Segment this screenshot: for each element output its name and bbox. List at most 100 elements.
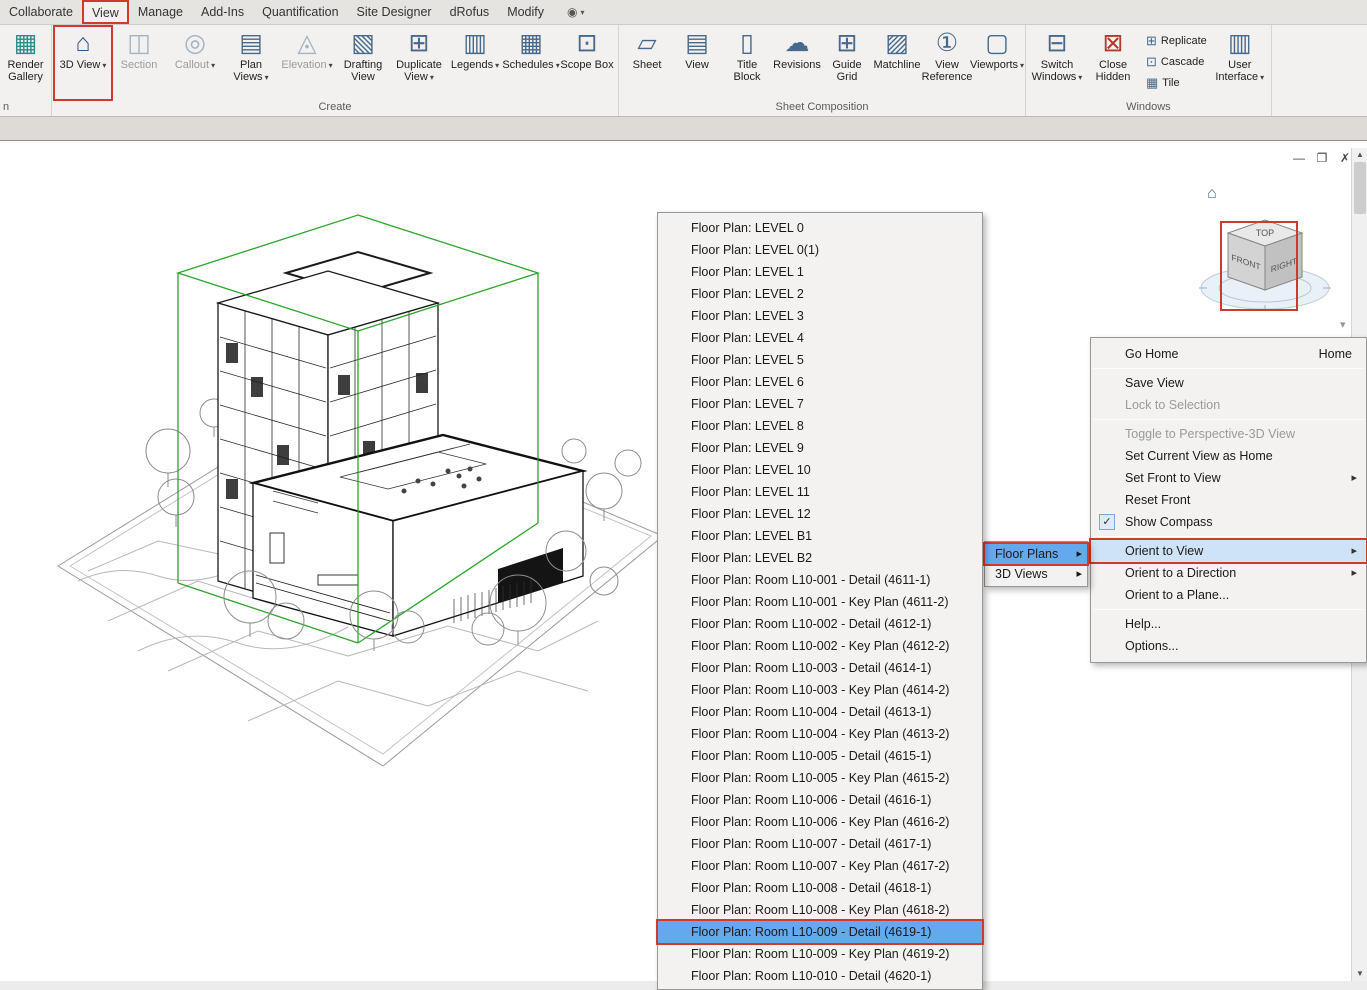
view-list-item[interactable]: Floor Plan: LEVEL 10 [658,459,982,481]
ribbon-button[interactable]: ▧ Drafting View▾ [335,27,391,99]
ribbon-button-label: Switch Windows [1032,59,1077,83]
context-menu-item[interactable]: ✓ Help... ▸ [1091,613,1366,635]
ribbon-button[interactable]: ① View Reference▾ [922,27,972,99]
view-list-item[interactable]: Floor Plan: Room L10-008 - Key Plan (461… [658,899,982,921]
viewcube[interactable]: ⌂ TOP FRONT RIGHT ▾ [1185,170,1355,340]
ribbon-button[interactable]: ▨ Matchline▾ [872,27,922,99]
view-list-item[interactable]: Floor Plan: Room L10-001 - Key Plan (461… [658,591,982,613]
ribbon-button[interactable]: ◬ Elevation▾ [279,27,335,99]
view-list-item[interactable]: Floor Plan: Room L10-005 - Detail (4615-… [658,745,982,767]
ribbon-button[interactable]: ◎ Callout▾ [167,27,223,99]
replicate-icon: ⊞ [1146,33,1157,49]
minimize-button[interactable]: — [1291,151,1307,165]
ribbon-button-label: Legends [451,59,493,71]
ribbon-button[interactable]: ⊞ Guide Grid▾ [822,27,872,99]
view-list-item[interactable]: Floor Plan: Room L10-005 - Key Plan (461… [658,767,982,789]
ribbon-button[interactable]: ⌂ 3D View▾ [55,27,111,99]
panel-display-toggle[interactable]: ◉ ▾ [559,0,593,24]
ribbon-small-button[interactable]: ⊞ Replicate [1141,30,1212,51]
menu-item-label: Set Current View as Home [1125,449,1273,463]
scroll-up-icon[interactable]: ▲ [1352,148,1367,162]
view-list-item[interactable]: Floor Plan: LEVEL 4 [658,327,982,349]
view-list-item[interactable]: Floor Plan: Room L10-006 - Key Plan (461… [658,811,982,833]
ribbon-small-button[interactable]: ⊡ Cascade [1141,51,1212,72]
view-list-item[interactable]: Floor Plan: Room L10-004 - Detail (4613-… [658,701,982,723]
ribbon-button[interactable]: ▦ Schedules▾ [503,27,559,99]
user-interface-button[interactable]: ▥ User Interface▾ [1212,27,1268,99]
ribbon-tab[interactable]: Modify [498,0,553,24]
context-menu-item[interactable]: ✓ Orient to View ▸ [1091,540,1366,562]
viewcube-home-icon[interactable]: ⌂ [1207,185,1217,202]
ribbon-button[interactable]: ▤ Plan Views▾ [223,27,279,99]
ribbon-tab[interactable]: dRofus [441,0,499,24]
view-list-item[interactable]: Floor Plan: LEVEL 0(1) [658,239,982,261]
view-list-item[interactable]: Floor Plan: Room L10-010 - Detail (4620-… [658,965,982,987]
view-list-item[interactable]: Floor Plan: Room L10-004 - Key Plan (461… [658,723,982,745]
ribbon-tab[interactable]: Add-Ins [192,0,253,24]
view-list-item[interactable]: Floor Plan: LEVEL 5 [658,349,982,371]
view-list-item[interactable]: Floor Plan: LEVEL 7 [658,393,982,415]
ribbon-button[interactable]: ⊠ Close Hidden▾ [1085,27,1141,99]
view-list-item[interactable]: Floor Plan: Room L10-001 - Detail (4611-… [658,569,982,591]
menu-item-label: 3D Views [995,567,1048,581]
context-menu-item[interactable]: ✓ Show Compass ▸ [1091,511,1366,533]
ribbon-button[interactable]: ⊟ Switch Windows▾ [1029,27,1085,99]
view-list-item[interactable]: Floor Plan: LEVEL 11 [658,481,982,503]
context-menu-item[interactable]: ✓ Orient to a Direction ▸ [1091,562,1366,584]
scrollbar-thumb[interactable] [1354,162,1366,214]
view-list-item[interactable]: Floor Plan: LEVEL 0 [658,217,982,239]
view-list-item[interactable]: Floor Plan: LEVEL B2 [658,547,982,569]
view-list-item[interactable]: Floor Plan: Room L10-009 - Key Plan (461… [658,943,982,965]
view-list-item[interactable]: Floor Plan: Room L10-007 - Key Plan (461… [658,855,982,877]
context-menu-item[interactable]: ✓ Orient to a Plane... ▸ [1091,584,1366,606]
view-list-item[interactable]: Floor Plan: Room L10-008 - Detail (4618-… [658,877,982,899]
view-list-item[interactable]: Floor Plan: Room L10-002 - Detail (4612-… [658,613,982,635]
ribbon-tab[interactable]: Manage [129,0,192,24]
view-list-item[interactable]: Floor Plan: Room L10-006 - Detail (4616-… [658,789,982,811]
viewcube-menu-arrow-icon[interactable]: ▾ [1340,319,1346,331]
ribbon-button[interactable]: ▢ Viewports▾ [972,27,1022,99]
submenu-item[interactable]: 3D Views ▸ [985,564,1087,584]
view-list-item[interactable]: Floor Plan: Room L10-002 - Key Plan (461… [658,635,982,657]
view-list-item[interactable]: Floor Plan: LEVEL 6 [658,371,982,393]
ribbon-tab[interactable]: Quantification [253,0,347,24]
view-list-item[interactable]: Floor Plan: LEVEL 9 [658,437,982,459]
view-list-item[interactable]: Floor Plan: LEVEL 1 [658,261,982,283]
render-gallery-button[interactable]: ▦ Render Gallery [3,27,48,99]
ribbon-tab[interactable]: Collaborate [0,0,82,24]
ribbon-tab[interactable]: View [82,0,129,24]
ribbon-button-label: Title Block [734,59,761,83]
ribbon-button[interactable]: ▱ Sheet▾ [622,27,672,99]
context-menu-item[interactable]: ✓ Options... ▸ [1091,635,1366,657]
view-list-item[interactable]: Floor Plan: LEVEL 8 [658,415,982,437]
menu-item-label: Save View [1125,376,1184,390]
view-list-item[interactable]: Floor Plan: LEVEL 12 [658,503,982,525]
context-menu-item[interactable]: ✓ Set Front to View ▸ [1091,467,1366,489]
submenu-item[interactable]: Floor Plans ▸ [985,544,1087,564]
ribbon-small-button[interactable]: ▦ Tile [1141,72,1212,93]
ribbon-button[interactable]: ☁ Revisions▾ [772,27,822,99]
ribbon-button[interactable]: ⊞ Duplicate View▾ [391,27,447,99]
restore-button[interactable]: ❐ [1314,151,1330,165]
ribbon-button[interactable]: ▥ Legends▾ [447,27,503,99]
context-menu-item[interactable]: ✓ Lock to Selection ▸ [1091,394,1366,416]
context-menu-item[interactable]: ✓ Save View ▸ [1091,372,1366,394]
ribbon-button[interactable]: ⊡ Scope Box▾ [559,27,615,99]
ribbon-button[interactable]: ◫ Section▾ [111,27,167,99]
ribbon-button[interactable]: ▯ Title Block▾ [722,27,772,99]
viewcube-top-face[interactable]: TOP [1256,228,1274,238]
view-list-item[interactable]: Floor Plan: Room L10-003 - Key Plan (461… [658,679,982,701]
ribbon-tab[interactable]: Site Designer [348,0,441,24]
context-menu-item[interactable]: ✓ Toggle to Perspective-3D View ▸ [1091,423,1366,445]
context-menu-item[interactable]: ✓ Set Current View as Home ▸ [1091,445,1366,467]
context-menu-item[interactable]: ✓ Reset Front ▸ [1091,489,1366,511]
view-list-item[interactable]: Floor Plan: Room L10-003 - Detail (4614-… [658,657,982,679]
view-list-item[interactable]: Floor Plan: LEVEL B1 [658,525,982,547]
context-menu-item[interactable]: ✓ Go Home Home ▸ [1091,343,1366,365]
ribbon-button[interactable]: ▤ View▾ [672,27,722,99]
view-list-item[interactable]: Floor Plan: Room L10-007 - Detail (4617-… [658,833,982,855]
view-list-item[interactable]: Floor Plan: Room L10-009 - Detail (4619-… [658,921,982,943]
scroll-down-icon[interactable]: ▼ [1352,967,1367,981]
view-list-item[interactable]: Floor Plan: LEVEL 3 [658,305,982,327]
view-list-item[interactable]: Floor Plan: LEVEL 2 [658,283,982,305]
